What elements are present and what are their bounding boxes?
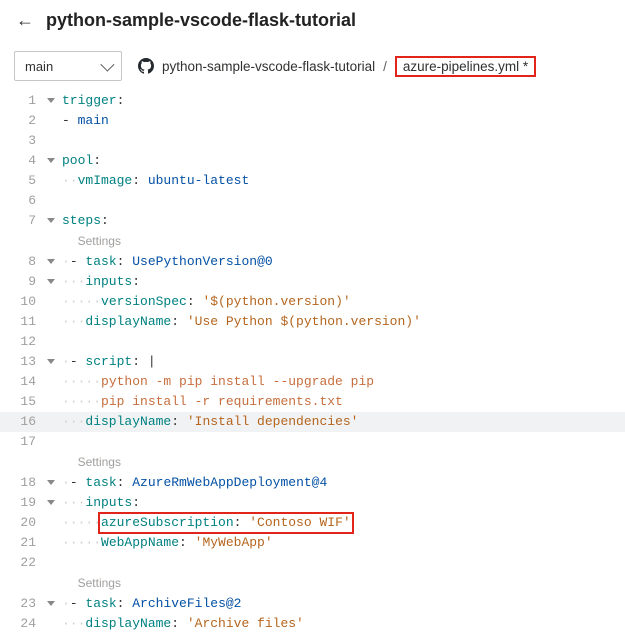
code-line: 13·- script: | [0, 352, 625, 372]
code-line: 24···displayName: 'Archive files' [0, 614, 625, 634]
code-line: 21·····WebAppName: 'MyWebApp' [0, 533, 625, 553]
code-line: 3 [0, 131, 625, 151]
settings-codelens[interactable]: Settings [78, 234, 121, 248]
code-lens: Settings [0, 573, 625, 594]
chevron-down-icon [100, 58, 114, 72]
code-line: 23·- task: ArchiveFiles@2 [0, 594, 625, 614]
code-line: 5··vmImage: ubuntu-latest [0, 171, 625, 191]
settings-codelens[interactable]: Settings [78, 455, 121, 469]
code-line: 14·····python -m pip install --upgrade p… [0, 372, 625, 392]
branch-name: main [25, 59, 53, 74]
fold-icon[interactable] [47, 601, 55, 606]
fold-icon[interactable] [47, 158, 55, 163]
fold-icon[interactable] [47, 500, 55, 505]
fold-icon[interactable] [47, 259, 55, 264]
breadcrumb-sep: / [383, 59, 387, 74]
code-line: 15·····pip install -r requirements.txt [0, 392, 625, 412]
code-lens: Settings [0, 231, 625, 252]
code-line: 8·- task: UsePythonVersion@0 [0, 252, 625, 272]
code-line: 11···displayName: 'Use Python $(python.v… [0, 312, 625, 332]
breadcrumb-file: azure-pipelines.yml * [395, 56, 536, 77]
code-line: 7steps: [0, 211, 625, 231]
code-line: 19···inputs: [0, 493, 625, 513]
code-line: 10·····versionSpec: '$(python.version)' [0, 292, 625, 312]
branch-dropdown[interactable]: main [14, 51, 122, 81]
breadcrumb-repo[interactable]: python-sample-vscode-flask-tutorial [162, 59, 375, 74]
fold-icon[interactable] [47, 218, 55, 223]
code-line: 9···inputs: [0, 272, 625, 292]
back-button[interactable]: ← [16, 10, 34, 31]
code-editor[interactable]: 1trigger: 2- main 3 4pool: 5··vmImage: u… [0, 87, 625, 638]
code-line: 16···displayName: 'Install dependencies' [0, 412, 625, 432]
code-line: 4pool: [0, 151, 625, 171]
code-line: 6 [0, 191, 625, 211]
code-line: 22 [0, 553, 625, 573]
page-title: python-sample-vscode-flask-tutorial [46, 10, 356, 31]
fold-icon[interactable] [47, 98, 55, 103]
fold-icon[interactable] [47, 359, 55, 364]
github-icon [138, 58, 154, 74]
code-line: 20·····azureSubscription: 'Contoso WIF' [0, 513, 625, 533]
code-line: 2- main [0, 111, 625, 131]
fold-icon[interactable] [47, 480, 55, 485]
code-line: 18·- task: AzureRmWebAppDeployment@4 [0, 473, 625, 493]
code-line: 12 [0, 332, 625, 352]
code-lens: Settings [0, 452, 625, 473]
settings-codelens[interactable]: Settings [78, 576, 121, 590]
fold-icon[interactable] [47, 279, 55, 284]
breadcrumb: python-sample-vscode-flask-tutorial / az… [138, 56, 536, 77]
code-line: 1trigger: [0, 91, 625, 111]
code-line: 17 [0, 432, 625, 452]
